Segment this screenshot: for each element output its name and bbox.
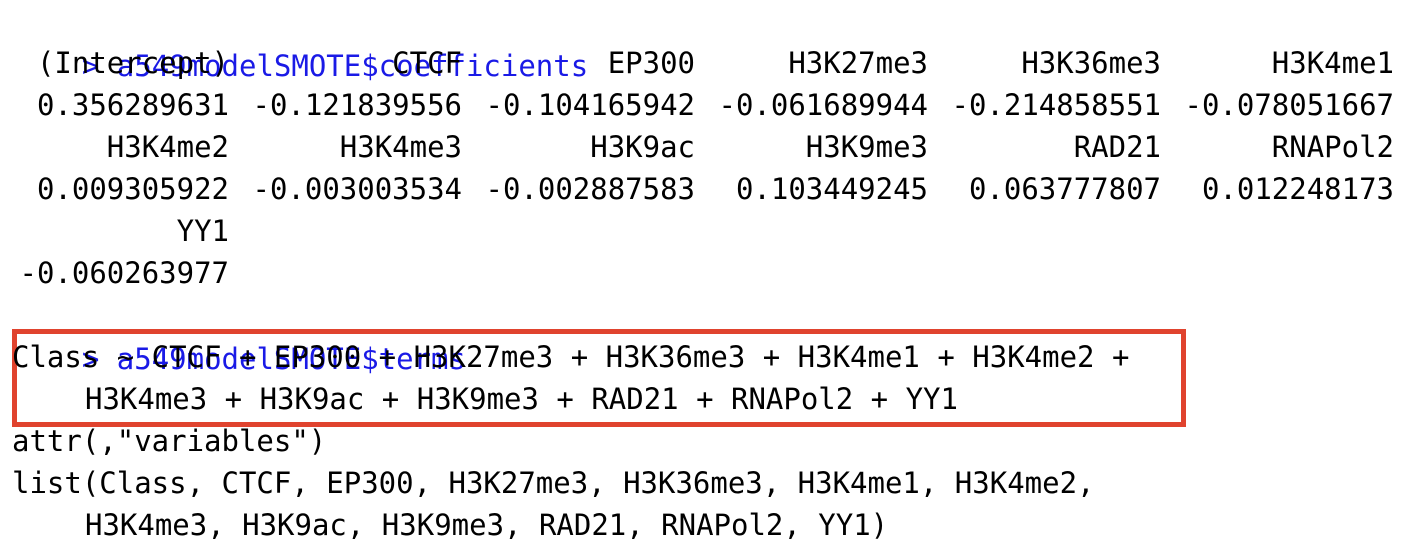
- coef-name: H3K9ac: [590, 130, 695, 164]
- coef-name: (Intercept): [36, 46, 229, 80]
- coef-value: 0.009305922: [36, 172, 229, 206]
- coef-value: 0.103449245: [735, 172, 928, 206]
- coef-name: H3K4me3: [339, 130, 462, 164]
- coef-value: -0.061689944: [718, 88, 928, 122]
- coef-name: RNAPol2: [1271, 130, 1394, 164]
- coef-name: CTCF: [392, 46, 462, 80]
- coef-value: -0.060263977: [19, 256, 229, 290]
- command-line-coefficients: > a549modelSMOTE$coefficients: [12, 0, 588, 83]
- terms-formula-line-2: H3K4me3 + H3K9ac + H3K9me3 + RAD21 + RNA…: [85, 382, 958, 416]
- coef-value: 0.063777807: [968, 172, 1161, 206]
- coef-value: -0.214858551: [951, 88, 1161, 122]
- coef-name: YY1: [176, 214, 229, 248]
- coef-name: H3K27me3: [788, 46, 928, 80]
- coef-value: -0.002887583: [485, 172, 695, 206]
- coef-value: -0.003003534: [252, 172, 462, 206]
- coef-value: -0.078051667: [1184, 88, 1394, 122]
- coef-name: H3K9me3: [805, 130, 928, 164]
- coef-value: -0.121839556: [252, 88, 462, 122]
- coef-name: H3K4me2: [106, 130, 229, 164]
- coef-name: H3K36me3: [1021, 46, 1161, 80]
- attr-line: attr(,"variables"): [12, 424, 327, 458]
- variables-list-line-2: H3K4me3, H3K9ac, H3K9me3, RAD21, RNAPol2…: [85, 508, 889, 542]
- coef-name: H3K4me1: [1271, 46, 1394, 80]
- coef-value: -0.104165942: [485, 88, 695, 122]
- terms-formula-line-1: Class ~ CTCF + EP300 + H3K27me3 + H3K36m…: [12, 340, 1130, 374]
- r-console: > a549modelSMOTE$coefficients (Intercept…: [12, 0, 1417, 546]
- variables-list-line-1: list(Class, CTCF, EP300, H3K27me3, H3K36…: [12, 466, 1095, 500]
- coef-name: RAD21: [1073, 130, 1161, 164]
- coef-value: 0.012248173: [1201, 172, 1394, 206]
- coef-value: 0.356289631: [36, 88, 229, 122]
- coef-name: EP300: [607, 46, 695, 80]
